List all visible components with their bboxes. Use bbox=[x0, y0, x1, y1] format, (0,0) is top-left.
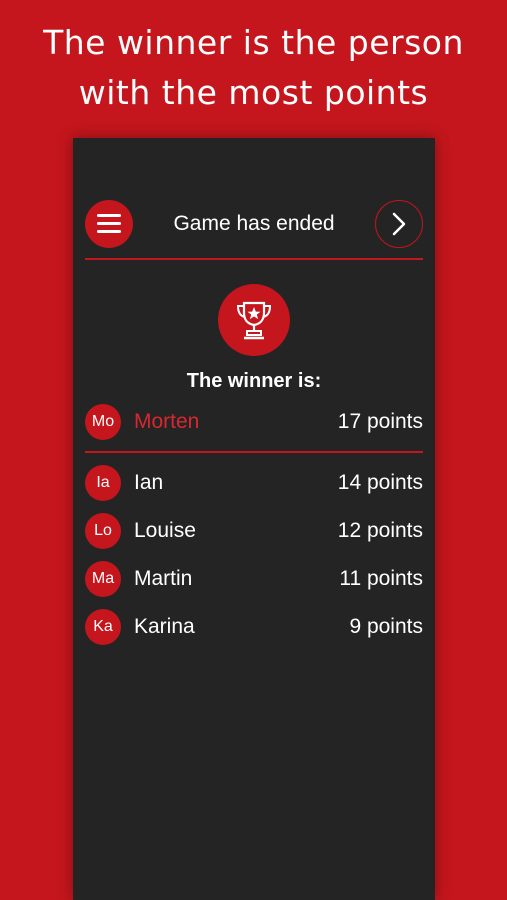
player-name: Louise bbox=[134, 519, 196, 542]
winner-divider bbox=[85, 451, 423, 453]
list-item: Ka Karina 9 points bbox=[85, 608, 423, 646]
avatar: Mo bbox=[85, 404, 121, 440]
chevron-right-icon bbox=[392, 212, 406, 236]
app-header: Game has ended bbox=[85, 200, 423, 250]
avatar: Lo bbox=[85, 513, 121, 549]
avatar: Ma bbox=[85, 561, 121, 597]
header-title: Game has ended bbox=[173, 212, 335, 235]
player-points: 12 points bbox=[337, 519, 423, 542]
phone-screen: Game has ended The winner is: Mo Morten … bbox=[73, 138, 435, 900]
list-item: Lo Louise 12 points bbox=[85, 512, 423, 550]
trophy-badge bbox=[218, 284, 290, 356]
header-divider bbox=[85, 258, 423, 260]
list-item: Ma Martin 11 points bbox=[85, 560, 423, 598]
promo-headline: The winner is the person with the most p… bbox=[0, 18, 507, 118]
player-name: Martin bbox=[134, 567, 193, 590]
promo-line-2: with the most points bbox=[78, 73, 429, 112]
promo-line-1: The winner is the person bbox=[43, 23, 464, 62]
player-name: Karina bbox=[134, 615, 195, 638]
next-button[interactable] bbox=[375, 200, 423, 248]
player-points: 17 points bbox=[337, 410, 423, 433]
trophy-star-icon bbox=[236, 301, 272, 340]
menu-button[interactable] bbox=[85, 200, 133, 248]
player-name: Morten bbox=[134, 410, 200, 433]
player-points: 9 points bbox=[349, 615, 423, 638]
winner-heading: The winner is: bbox=[186, 370, 322, 392]
winner-row: Mo Morten 17 points bbox=[85, 403, 423, 441]
player-points: 14 points bbox=[337, 471, 423, 494]
avatar: Ka bbox=[85, 609, 121, 645]
list-item: Ia Ian 14 points bbox=[85, 464, 423, 502]
player-points: 11 points bbox=[339, 567, 423, 590]
player-name: Ian bbox=[134, 471, 164, 494]
avatar: Ia bbox=[85, 465, 121, 501]
